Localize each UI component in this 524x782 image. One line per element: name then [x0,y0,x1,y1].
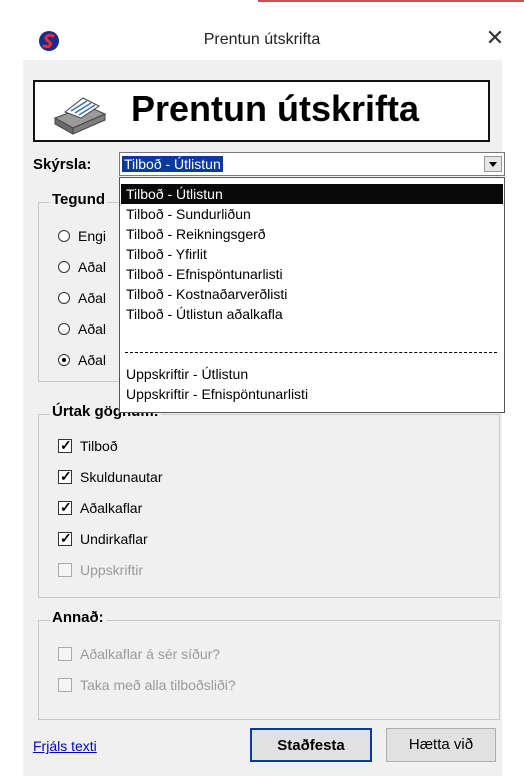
type-option-label: Aðal [78,352,107,368]
window-title: Prentun útskrifta [203,31,321,48]
radio-button[interactable] [58,354,70,366]
type-option-label: Aðal [78,290,107,306]
checkbox [58,647,72,661]
cancel-button[interactable]: Hætta við [386,728,496,762]
dropdown-item[interactable]: Tilboð - Útlistun [121,184,503,204]
checkbox[interactable] [58,499,72,516]
checkbox [58,678,72,692]
dropdown-item[interactable]: Tilboð - Efnispöntunarlisti [121,264,503,284]
chevron-down-icon[interactable] [484,156,502,172]
data-check: Uppskriftir [58,561,358,581]
data-check-label: Undirkaflar [80,531,148,547]
type-option-label: Engi [78,228,107,244]
radio-button[interactable] [58,292,70,304]
checkbox[interactable] [58,468,72,485]
radio-button[interactable] [58,261,70,273]
data-check[interactable]: Tilboð [58,437,358,457]
print-dialog-window: Prentun útskrifta ✕ Prentun útskrifta Sk… [0,0,524,782]
data-check-label: Aðalkaflar [80,500,143,516]
other-check: Aðalkaflar á sér síður? [58,645,358,665]
data-check[interactable]: Aðalkaflar [58,499,358,519]
other-check: Taka með alla tilboðsliði? [58,676,358,696]
type-group-title: Tegund [50,191,108,208]
confirm-button[interactable]: Staðfesta [250,728,372,762]
type-option[interactable]: Aðal [58,289,118,309]
dropdown-separator [125,352,497,353]
dropdown-item[interactable]: Tilboð - Útlistun aðalkafla [121,304,503,324]
dropdown-item[interactable]: Tilboð - Kostnaðarverðlisti [121,284,503,304]
type-option[interactable]: Aðal [58,320,118,340]
report-dropdown-list: Tilboð - Útlistun Tilboð - Sundurliðun Til… [119,177,505,413]
report-selected-value: Tilboð - Útlistun [122,156,223,172]
data-check-label: Skuldunautar [80,469,163,485]
checkbox[interactable] [58,530,72,547]
data-check-label: Tilboð [80,438,118,454]
dropdown-item[interactable]: Tilboð - Reikningsgerð [121,224,503,244]
dropdown-item[interactable]: Uppskriftir - Efnispöntunarlisti [121,384,503,404]
radio-button[interactable] [58,230,70,242]
printer-icon [53,97,107,135]
dropdown-item[interactable]: Tilboð - Sundurliðun [121,204,503,224]
type-option-label: Aðal [78,321,107,337]
banner-title: Prentun útskrifta [131,88,420,129]
other-group-title: Annað: [50,609,106,626]
other-group [38,620,500,720]
checkbox [58,563,72,577]
other-check-label: Aðalkaflar á sér síður? [80,646,221,662]
banner: Prentun útskrifta [33,80,490,142]
dropdown-item[interactable]: Tilboð - Yfirlit [121,244,503,264]
type-option[interactable]: Engi [58,227,118,247]
data-check[interactable]: Skuldunautar [58,468,358,488]
free-text-link[interactable]: Frjáls texti [33,738,97,754]
data-check[interactable]: Undirkaflar [58,530,358,550]
close-icon[interactable]: ✕ [478,23,512,53]
other-check-label: Taka með alla tilboðsliði? [80,677,236,693]
radio-button[interactable] [58,323,70,335]
dropdown-item[interactable]: Uppskriftir - Útlistun [121,364,503,384]
checkbox[interactable] [58,437,72,454]
report-label: Skýrsla: [33,156,92,173]
type-option[interactable]: Aðal [58,258,118,278]
type-option[interactable]: Aðal [58,351,118,371]
report-combobox[interactable]: Tilboð - Útlistun [119,152,505,176]
type-option-label: Aðal [78,259,107,275]
data-check-label: Uppskriftir [80,562,144,578]
title-bar: Prentun útskrifta ✕ [0,4,524,58]
